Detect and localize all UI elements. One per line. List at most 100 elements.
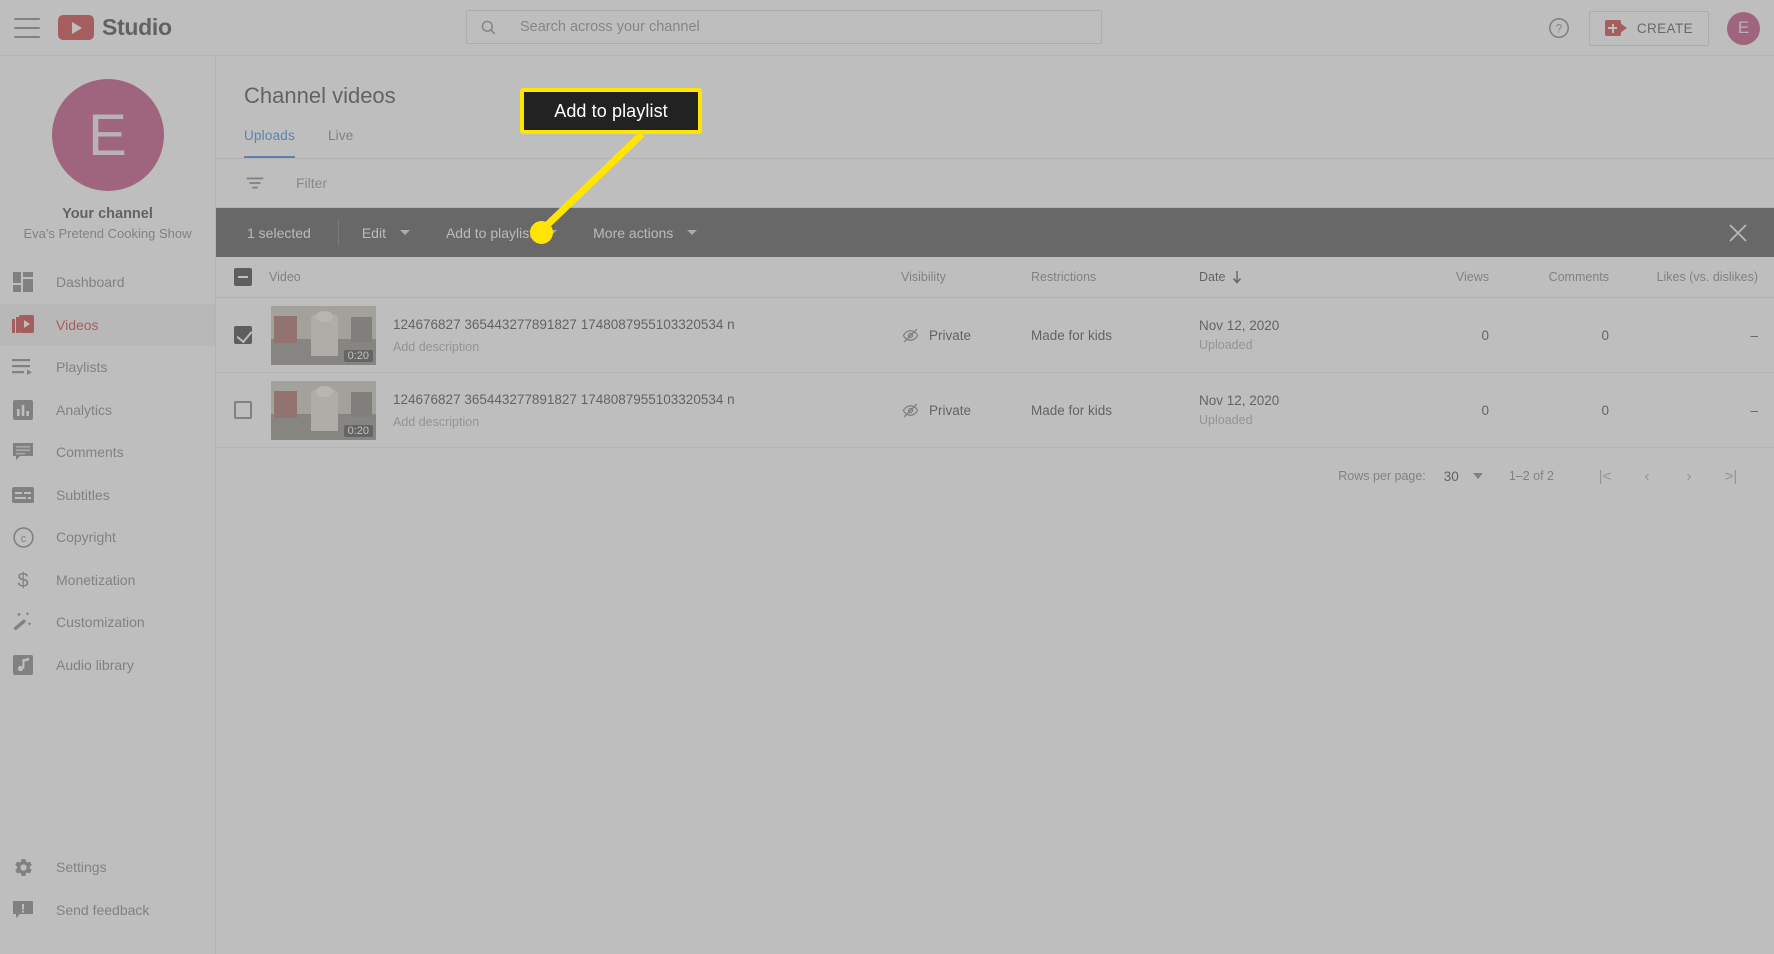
date-cell: Nov 12, 2020 Uploaded bbox=[1199, 318, 1379, 352]
eye-off-icon bbox=[902, 403, 919, 417]
sidebar-item-label: Analytics bbox=[56, 401, 113, 418]
video-title[interactable]: 124676827 365443277891827 17480879551033… bbox=[393, 316, 735, 334]
comments-cell: 0 bbox=[1601, 402, 1609, 418]
video-thumbnail[interactable]: 0:20 bbox=[271, 380, 376, 440]
video-thumbnail[interactable]: 0:20 bbox=[271, 305, 376, 365]
app-window: Studio Search across your channel ? CREA… bbox=[0, 0, 1774, 954]
search-icon bbox=[481, 20, 496, 34]
video-duration: 0:20 bbox=[343, 349, 373, 362]
sidebar-item-send-feedback[interactable]: Send feedback bbox=[0, 889, 215, 932]
edit-button[interactable]: Edit bbox=[362, 225, 410, 241]
video-duration: 0:20 bbox=[343, 424, 373, 437]
youtube-studio-logo[interactable]: Studio bbox=[58, 14, 172, 41]
header-actions: ? CREATE E bbox=[1547, 0, 1760, 56]
likes-cell: – bbox=[1750, 327, 1758, 343]
page-title: Channel videos bbox=[244, 83, 396, 108]
help-circle-icon[interactable]: ? bbox=[1547, 16, 1571, 40]
sidebar-item-monetization[interactable]: $ Monetization bbox=[0, 559, 215, 602]
rows-per-page-label: Rows per page: bbox=[1338, 469, 1426, 483]
sidebar: E Your channel Eva's Pretend Cooking Sho… bbox=[0, 56, 216, 954]
sidebar-item-dashboard[interactable]: Dashboard bbox=[0, 261, 215, 304]
copyright-icon: c bbox=[11, 525, 35, 549]
subtitles-icon bbox=[11, 483, 35, 507]
sidebar-item-videos[interactable]: Videos bbox=[0, 303, 215, 346]
pagination-bar: Rows per page: 30 1–2 of 2 |< ‹ › >| bbox=[216, 448, 1774, 504]
first-page-button[interactable]: |< bbox=[1584, 455, 1626, 497]
tab-live[interactable]: Live bbox=[328, 128, 354, 158]
playlists-icon bbox=[11, 355, 35, 379]
th-date[interactable]: Date bbox=[1199, 270, 1379, 284]
row-select-cell bbox=[216, 401, 269, 419]
create-button-label: CREATE bbox=[1636, 20, 1693, 36]
sidebar-item-label: Monetization bbox=[56, 571, 136, 588]
sidebar-item-settings[interactable]: Settings bbox=[0, 846, 215, 889]
create-button[interactable]: CREATE bbox=[1588, 10, 1709, 46]
sidebar-item-label: Settings bbox=[56, 859, 107, 876]
sidebar-item-analytics[interactable]: Analytics bbox=[0, 389, 215, 432]
row-checkbox[interactable] bbox=[233, 401, 252, 419]
rows-per-page-value[interactable]: 30 bbox=[1444, 469, 1459, 484]
th-visibility[interactable]: Visibility bbox=[901, 270, 1031, 284]
filter-icon[interactable] bbox=[244, 172, 266, 194]
th-restrictions[interactable]: Restrictions bbox=[1031, 270, 1199, 284]
filter-input[interactable]: Filter bbox=[296, 175, 327, 191]
video-description-placeholder[interactable]: Add description bbox=[393, 415, 735, 429]
eye-off-icon bbox=[902, 328, 919, 342]
sidebar-item-label: Dashboard bbox=[56, 274, 125, 291]
sidebar-item-customization[interactable]: ✦ ✦ ✦ Customization bbox=[0, 601, 215, 644]
restrictions-cell: Made for kids bbox=[1031, 402, 1113, 418]
chevron-down-icon bbox=[399, 230, 410, 235]
main-content: Channel videos Uploads Live Filter 1 sel… bbox=[216, 56, 1774, 954]
toolbar-divider bbox=[337, 219, 339, 246]
search-bar[interactable]: Search across your channel bbox=[466, 10, 1102, 44]
your-channel-label: Your channel bbox=[62, 206, 153, 222]
callout-tooltip: Add to playlist bbox=[520, 88, 702, 134]
video-meta: 124676827 365443277891827 17480879551033… bbox=[393, 316, 735, 354]
select-all-checkbox[interactable] bbox=[233, 268, 252, 286]
close-icon[interactable] bbox=[1728, 223, 1748, 243]
table-row[interactable]: 0:20 124676827 365443277891827 174808795… bbox=[216, 373, 1774, 448]
sidebar-item-playlists[interactable]: Playlists bbox=[0, 346, 215, 389]
channel-avatar[interactable]: E bbox=[51, 79, 164, 191]
next-page-button[interactable]: › bbox=[1668, 455, 1710, 497]
video-description-placeholder[interactable]: Add description bbox=[393, 340, 735, 354]
views-cell: 0 bbox=[1481, 402, 1489, 418]
sidebar-item-subtitles[interactable]: Subtitles bbox=[0, 474, 215, 517]
views-cell: 0 bbox=[1481, 327, 1489, 343]
th-comments[interactable]: Comments bbox=[1489, 270, 1609, 284]
select-all-cell bbox=[216, 268, 269, 286]
search-input[interactable]: Search across your channel bbox=[520, 19, 700, 35]
th-likes[interactable]: Likes (vs. dislikes) bbox=[1609, 270, 1774, 284]
avatar[interactable]: E bbox=[1727, 11, 1760, 45]
tab-uploads[interactable]: Uploads bbox=[244, 128, 295, 158]
video-title[interactable]: 124676827 365443277891827 17480879551033… bbox=[393, 391, 735, 409]
th-views[interactable]: Views bbox=[1379, 270, 1489, 284]
feedback-icon bbox=[11, 898, 35, 922]
row-checkbox[interactable] bbox=[233, 326, 252, 344]
chevron-down-icon[interactable] bbox=[1472, 473, 1483, 479]
sidebar-item-audio-library[interactable]: Audio library bbox=[0, 644, 215, 687]
sidebar-item-comments[interactable]: Comments bbox=[0, 431, 215, 474]
last-page-button[interactable]: >| bbox=[1710, 455, 1752, 497]
sidebar-item-label: Videos bbox=[56, 316, 99, 333]
svg-text:c: c bbox=[20, 533, 26, 545]
sidebar-bottom-nav: Settings Send feedback bbox=[0, 846, 215, 931]
filter-bar: Filter bbox=[216, 159, 1774, 208]
sidebar-item-label: Copyright bbox=[56, 529, 116, 546]
svg-text:$: $ bbox=[17, 570, 28, 591]
prev-page-button[interactable]: ‹ bbox=[1626, 455, 1668, 497]
sidebar-item-copyright[interactable]: c Copyright bbox=[0, 516, 215, 559]
callout-target-dot bbox=[530, 221, 553, 244]
date-cell: Nov 12, 2020 Uploaded bbox=[1199, 393, 1379, 427]
sidebar-item-label: Comments bbox=[56, 444, 124, 461]
top-header-bar: Studio Search across your channel ? CREA… bbox=[0, 0, 1774, 56]
pagination-range: 1–2 of 2 bbox=[1508, 469, 1554, 483]
date-value: Nov 12, 2020 bbox=[1199, 393, 1280, 408]
svg-text:✦: ✦ bbox=[16, 611, 22, 619]
visibility-label: Private bbox=[929, 402, 972, 418]
date-status: Uploaded bbox=[1199, 338, 1253, 352]
audio-library-icon bbox=[11, 653, 35, 677]
table-row[interactable]: 0:20 124676827 365443277891827 174808795… bbox=[216, 298, 1774, 373]
th-video[interactable]: Video bbox=[269, 270, 901, 284]
hamburger-menu-icon[interactable] bbox=[14, 17, 40, 38]
